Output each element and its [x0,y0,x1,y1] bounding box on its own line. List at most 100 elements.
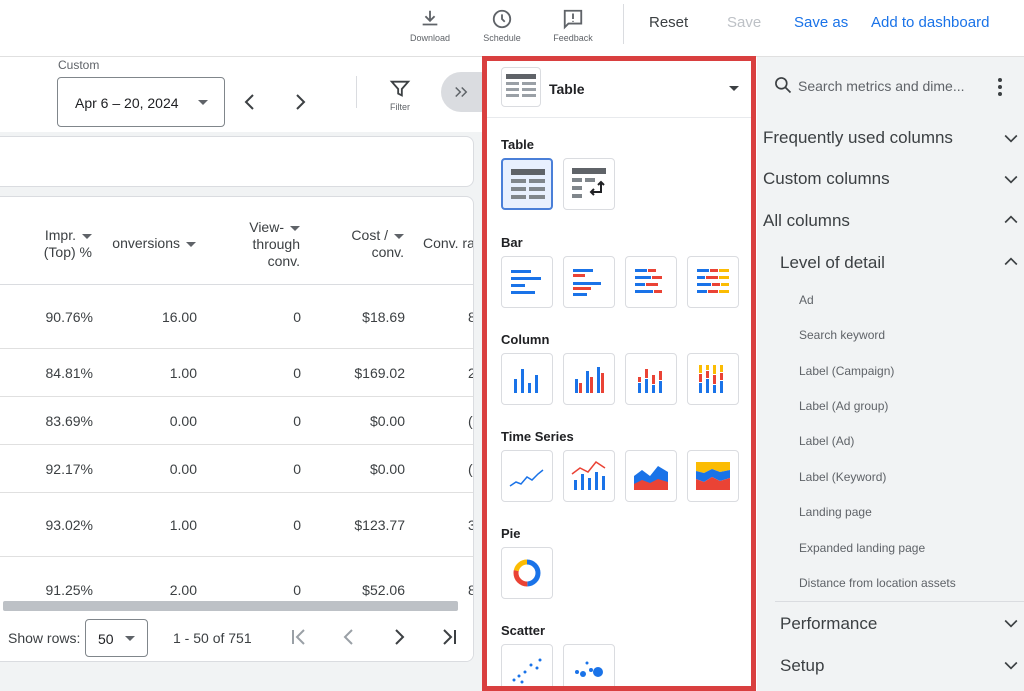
rows-per-page-select[interactable]: 50 [85,619,148,657]
double-chevron-right-icon [455,86,468,98]
chart-option-table[interactable] [501,158,553,210]
donut-chart-icon [513,559,541,587]
line-chart-icon [509,469,544,487]
bar-chart-icon [511,270,541,294]
column-item[interactable]: Search keyword [799,328,885,342]
feedback-button[interactable]: Feedback [543,8,603,43]
group-level-of-detail[interactable]: Level of detail [780,253,885,273]
cell-conversions: 1.00 [169,365,197,381]
column-chart-icon [514,369,538,393]
section-title-scatter: Scatter [501,623,546,638]
section-title-column: Column [501,332,550,347]
add-to-dashboard-button[interactable]: Add to dashboard [871,14,989,31]
table-search-bar[interactable] [0,136,474,187]
chart-option-stacked-column[interactable] [625,353,677,405]
cell-cost-conv: $0.00 [369,413,405,429]
rows-per-page-value: 50 [98,631,114,647]
chart-option-bar[interactable] [501,256,553,308]
save-button[interactable]: Save [727,14,761,31]
combo-chart-icon [571,460,606,490]
filter-button[interactable]: Filter [383,78,417,112]
group-frequently-used-columns[interactable]: Frequently used columns [763,128,953,148]
chart-option-area[interactable] [625,450,677,502]
header-text: Conv. ra [423,235,474,251]
chart-option-donut[interactable] [501,547,553,599]
table-row: 91.25% 2.00 0 $52.06 8 [0,557,473,605]
chart-option-stacked-area[interactable] [687,450,739,502]
chevron-down-icon[interactable] [1001,613,1021,633]
chart-option-scatter[interactable] [501,644,553,686]
column-item[interactable]: Landing page [799,505,872,519]
chart-option-grouped-bar[interactable] [563,256,615,308]
chart-option-stacked-bar[interactable] [625,256,677,308]
group-setup[interactable]: Setup [780,656,824,676]
show-rows-label: Show rows: [8,630,81,646]
date-range-picker[interactable]: Apr 6 – 20, 2024 [57,77,225,127]
table-row: 83.69% 0.00 0 $0.00 ( [0,397,473,445]
column-item[interactable]: Distance from location assets [799,576,956,590]
cell-conversions: 0.00 [169,413,197,429]
next-page-icon[interactable] [387,625,411,649]
table-chart-icon [506,74,536,97]
column-item[interactable]: Label (Campaign) [799,364,894,378]
dropdown-caret-icon [729,86,739,91]
download-icon [422,10,438,26]
column-header-view-through[interactable]: View- through conv. [220,219,300,270]
column-item[interactable]: Label (Ad group) [799,399,888,413]
column-header-impr-top[interactable]: Impr. (Top) % [10,227,92,261]
download-button[interactable]: Download [400,8,460,43]
column-item[interactable]: Expanded landing page [799,541,925,555]
chart-option-time-series[interactable] [501,450,553,502]
chevron-left-icon[interactable] [238,90,262,114]
chart-type-dropdown[interactable]: Table [487,61,751,118]
selected-chart-type: Table [549,81,585,97]
chart-option-column[interactable] [501,353,553,405]
chevron-up-icon[interactable] [1001,252,1021,272]
chevron-down-icon[interactable] [1001,169,1021,189]
percent-stacked-bar-icon [697,269,729,293]
cell-view-through: 0 [293,461,301,477]
cell-view-through: 0 [293,413,301,429]
cell-cost-conv: $169.02 [354,365,405,381]
chevron-up-icon[interactable] [1001,210,1021,230]
horizontal-scrollbar[interactable] [3,601,458,611]
group-all-columns[interactable]: All columns [763,211,850,231]
cell-impr: 92.17% [45,461,93,477]
save-as-button[interactable]: Save as [794,14,848,31]
chart-option-grouped-column[interactable] [563,353,615,405]
chevron-down-icon[interactable] [1001,655,1021,675]
chart-option-pivot-table[interactable] [563,158,615,210]
previous-page-icon[interactable] [337,625,361,649]
chevron-down-icon[interactable] [1001,128,1021,148]
toolbar-divider [623,4,624,44]
cell-conversions: 16.00 [161,309,197,325]
column-header-conversions[interactable]: onversions [104,235,196,252]
chart-option-100-stacked-column[interactable] [687,353,739,405]
cell-conv-rate: ( [468,461,473,477]
group-custom-columns[interactable]: Custom columns [763,169,890,189]
first-page-icon[interactable] [287,625,311,649]
chart-option-time-series-bars[interactable] [563,450,615,502]
cell-conv-rate: 8 [468,582,473,598]
cell-conv-rate: ( [468,413,473,429]
cell-impr: 84.81% [45,365,93,381]
cell-view-through: 0 [293,517,301,533]
schedule-button[interactable]: Schedule [472,8,532,43]
group-performance[interactable]: Performance [780,614,877,634]
column-item[interactable]: Ad [799,293,814,307]
chevron-right-icon[interactable] [288,90,312,114]
last-page-icon[interactable] [437,625,461,649]
chart-option-bubble[interactable] [563,644,615,686]
pagination-range: 1 - 50 of 751 [173,630,252,646]
download-label: Download [409,33,451,43]
header-text: Impr. [44,227,76,243]
reset-button[interactable]: Reset [649,14,688,31]
metrics-search-input[interactable]: Search metrics and dime... [798,78,965,94]
column-header-conv-rate[interactable]: Conv. ra [423,235,474,252]
cell-impr: 93.02% [45,517,93,533]
column-header-cost-conv[interactable]: Cost / conv. [318,227,404,261]
column-item[interactable]: Label (Keyword) [799,470,886,484]
more-options-icon[interactable] [998,78,1002,99]
chart-option-100-stacked-bar[interactable] [687,256,739,308]
column-item[interactable]: Label (Ad) [799,434,854,448]
